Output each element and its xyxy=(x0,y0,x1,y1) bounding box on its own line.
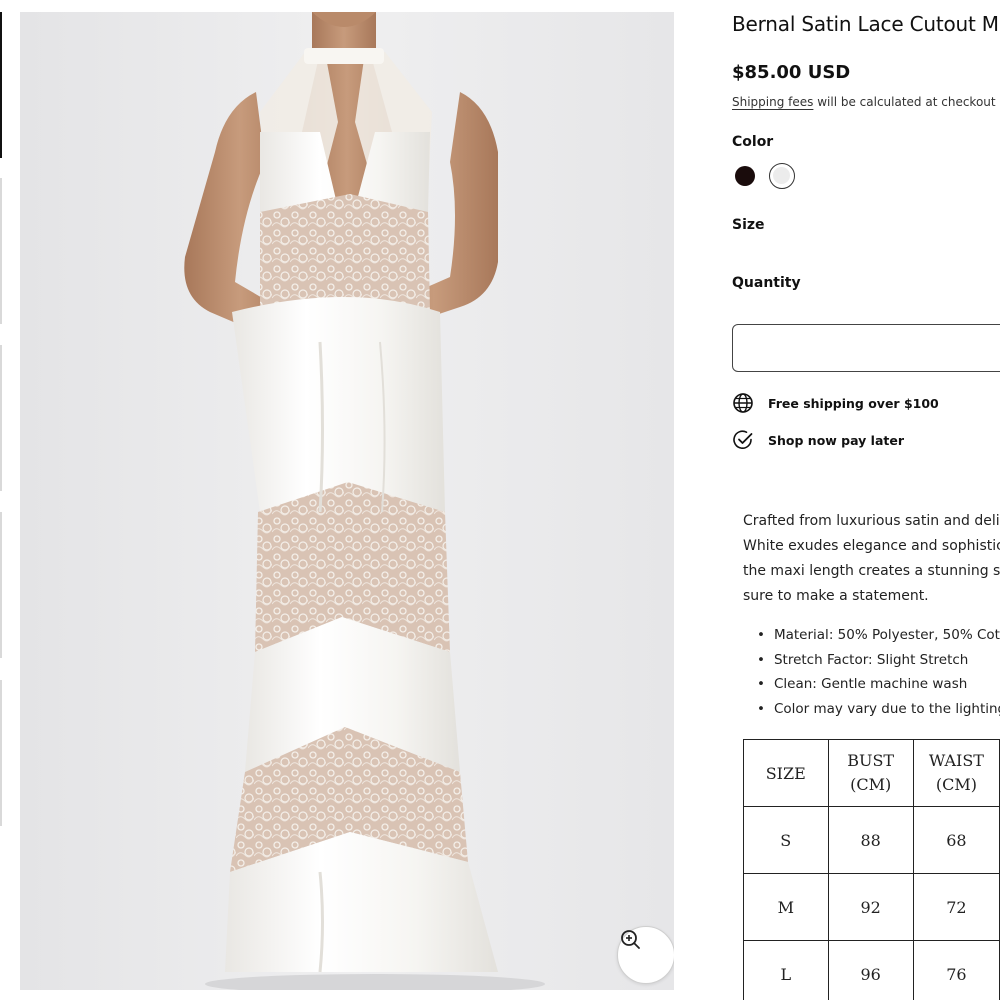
table-cell: 72 xyxy=(912,873,1000,941)
size-table-header-row: SIZE BUST (CM) WAIST (CM) xyxy=(743,739,1000,807)
product-description: Crafted from luxurious satin and delicat… xyxy=(743,509,1000,609)
product-price: $85.00 USD xyxy=(732,62,851,83)
thumbnail-4[interactable] xyxy=(0,512,2,658)
detail-item: Clean: Gentle machine wash xyxy=(757,672,1000,697)
quantity-input[interactable] xyxy=(732,324,1000,372)
table-row: L 96 76 xyxy=(743,940,1000,1000)
feature-pay-later-text: Shop now pay later xyxy=(768,432,905,448)
feature-free-shipping-text: Free shipping over $100 xyxy=(768,395,939,411)
detail-item: Material: 50% Polyester, 50% Cotton xyxy=(757,623,1000,648)
feature-pay-later: Shop now pay later xyxy=(732,429,904,451)
header-waist-unit: (CM) xyxy=(935,775,977,794)
color-label: Color xyxy=(732,134,774,150)
quantity-label: Quantity xyxy=(732,275,801,291)
table-cell: S xyxy=(743,806,829,874)
thumbnail-2[interactable] xyxy=(0,178,2,324)
table-row: S 88 68 xyxy=(743,806,1000,874)
thumbnail-5[interactable] xyxy=(0,680,2,826)
shipping-fees-link[interactable]: Shipping fees xyxy=(732,95,813,109)
table-cell: L xyxy=(743,940,829,1000)
thumbnail-3[interactable] xyxy=(0,345,2,491)
header-size: SIZE xyxy=(765,763,806,783)
product-details-list: Material: 50% Polyester, 50% Cotton Stre… xyxy=(757,623,1000,721)
zoom-in-icon xyxy=(621,930,640,949)
table-row: M 92 72 xyxy=(743,873,1000,941)
shipping-note: Shipping fees will be calculated at chec… xyxy=(732,95,996,109)
product-title: Bernal Satin Lace Cutout Maxi Dress xyxy=(732,12,1000,36)
thumbnail-1[interactable] xyxy=(0,12,2,158)
header-waist: WAIST xyxy=(928,751,984,770)
header-bust-unit: (CM) xyxy=(850,775,892,794)
feature-free-shipping: Free shipping over $100 xyxy=(732,392,939,414)
detail-item: Stretch Factor: Slight Stretch xyxy=(757,648,1000,673)
table-cell: M xyxy=(743,873,829,941)
size-table-header: SIZE xyxy=(743,739,829,807)
color-swatch-black[interactable] xyxy=(732,163,758,189)
table-cell: 92 xyxy=(827,873,914,941)
description-line: sure to make a statement. xyxy=(743,588,929,604)
description-line: the maxi length creates a stunning silho… xyxy=(743,563,1000,579)
table-cell: 88 xyxy=(827,806,914,874)
detail-item: Color may vary due to the lighting xyxy=(757,697,1000,722)
table-cell: 76 xyxy=(912,940,1000,1000)
dress-illustration xyxy=(20,12,674,990)
color-swatch-white[interactable] xyxy=(769,163,795,189)
header-bust: BUST xyxy=(847,751,895,770)
shipping-note-text: will be calculated at checkout xyxy=(813,95,996,109)
size-table-header: BUST (CM) xyxy=(827,739,914,807)
globe-icon xyxy=(733,393,753,413)
description-line: Crafted from luxurious satin and delicat… xyxy=(743,513,1000,529)
size-table-header: WAIST (CM) xyxy=(912,739,1000,807)
product-main-image[interactable] xyxy=(20,12,674,990)
table-cell: 96 xyxy=(827,940,914,1000)
thumbnail-strip xyxy=(0,0,4,1000)
size-chart-table: SIZE BUST (CM) WAIST (CM) S 88 68 M 92 72 … xyxy=(743,739,1000,1000)
description-line: White exudes elegance and sophistication… xyxy=(743,538,1000,554)
product-info-panel: Bernal Satin Lace Cutout Maxi Dress $85.… xyxy=(732,0,1000,1000)
check-circle-icon xyxy=(733,430,753,449)
table-cell: 68 xyxy=(912,806,1000,874)
size-label: Size xyxy=(732,217,765,233)
zoom-button[interactable] xyxy=(617,926,674,984)
